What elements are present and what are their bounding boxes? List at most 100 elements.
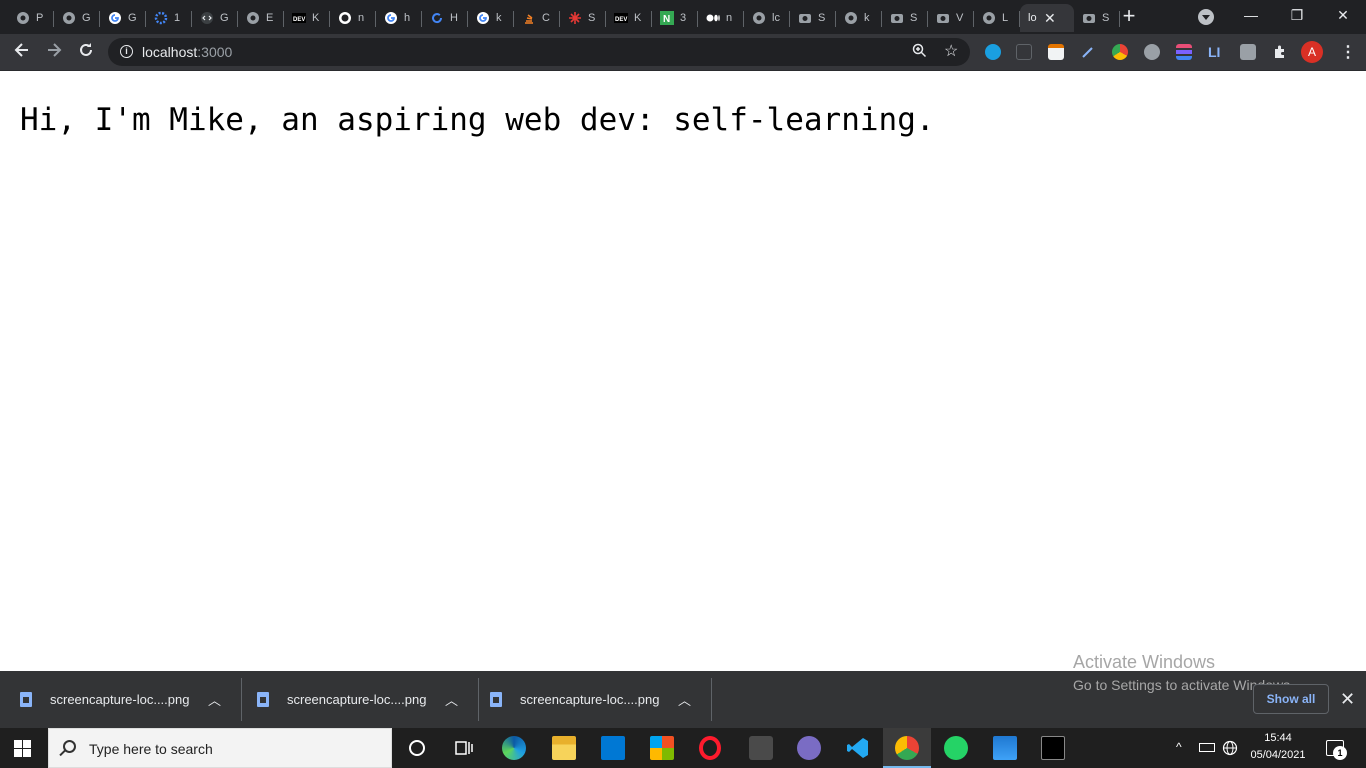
url-text[interactable]: localhost:3000 <box>142 44 232 60</box>
browser-tab[interactable]: V <box>928 4 974 32</box>
taskbar-clock[interactable]: 15:44 05/04/2021 <box>1248 730 1308 764</box>
browser-tab[interactable]: S <box>560 4 606 32</box>
browser-tab[interactable]: DEV K <box>606 4 652 32</box>
windows-start-icon[interactable] <box>14 740 31 757</box>
chevron-up-icon[interactable]: ︿ <box>445 690 458 709</box>
extension-color-icon[interactable] <box>1112 44 1128 60</box>
file-explorer-icon[interactable] <box>552 736 576 760</box>
browser-tab[interactable]: k <box>468 4 514 32</box>
reload-button[interactable] <box>74 41 98 65</box>
globe-icon <box>752 11 766 25</box>
chevron-up-icon[interactable]: ︿ <box>208 690 221 709</box>
chevron-up-tray-icon[interactable]: ^ <box>1176 740 1182 754</box>
download-item[interactable]: screencapture-loc....png ︿ <box>0 678 243 721</box>
taskbar-search-box[interactable]: Type here to search <box>48 728 392 768</box>
browser-menu-icon[interactable]: ⋮ <box>1340 42 1356 62</box>
browser-tab[interactable]: C <box>514 4 560 32</box>
back-arrow-icon <box>14 43 28 57</box>
restore-button[interactable]: ❐ <box>1282 4 1312 26</box>
tab-title: S <box>818 12 826 24</box>
tab-title: H <box>450 12 458 24</box>
close-window-button[interactable]: ✕ <box>1328 4 1358 26</box>
browser-tab[interactable]: DEV K <box>284 4 330 32</box>
minimize-button[interactable]: — <box>1236 4 1266 26</box>
terminal-icon[interactable] <box>1041 736 1065 760</box>
address-bar[interactable]: i localhost:3000 ☆ <box>108 38 970 66</box>
browser-tab[interactable]: G <box>192 4 238 32</box>
browser-tab[interactable]: E <box>238 4 284 32</box>
cortana-icon[interactable] <box>405 736 429 760</box>
tab-title: P <box>36 12 44 24</box>
browser-tab[interactable]: n <box>698 4 744 32</box>
browser-tab[interactable]: S <box>790 4 836 32</box>
browser-tab[interactable]: h <box>376 4 422 32</box>
extensions-puzzle-icon[interactable] <box>1272 44 1288 60</box>
opera-icon[interactable] <box>699 736 721 760</box>
show-all-downloads-button[interactable]: Show all <box>1253 684 1329 714</box>
search-icon <box>63 740 76 753</box>
vscode-icon[interactable] <box>846 736 870 760</box>
browser-tab[interactable]: N3 <box>652 4 698 32</box>
browser-tab[interactable]: L <box>974 4 1020 32</box>
browser-tab[interactable]: S <box>882 4 928 32</box>
dev-icon: DEV <box>292 11 306 25</box>
extension-note-icon[interactable] <box>1048 44 1064 60</box>
browser-tab[interactable]: S <box>1074 4 1120 32</box>
extension-li-icon[interactable]: LI <box>1208 44 1224 60</box>
chevron-up-icon[interactable]: ︿ <box>678 690 691 709</box>
whatsapp-icon[interactable] <box>944 736 968 760</box>
close-tab-icon[interactable]: ✕ <box>1044 10 1056 27</box>
google-icon <box>108 11 122 25</box>
download-item[interactable]: screencapture-loc....png ︿ <box>237 678 480 721</box>
notification-count-badge: 1 <box>1333 746 1347 760</box>
browser-tab[interactable]: G <box>100 4 146 32</box>
download-filename: screencapture-loc....png <box>287 692 427 707</box>
code-icon <box>200 11 214 25</box>
close-download-shelf-icon[interactable]: ✕ <box>1340 689 1355 710</box>
extension-pen-icon[interactable] <box>1080 44 1096 60</box>
download-item[interactable]: screencapture-loc....png ︿ <box>470 678 713 721</box>
page-content: Hi, I'm Mike, an aspiring web dev: self-… <box>0 72 1366 671</box>
tab-title: n <box>358 12 365 24</box>
notification-center-icon[interactable]: 1 <box>1326 740 1347 760</box>
forward-button[interactable] <box>42 41 66 65</box>
tab-search-icon[interactable] <box>1198 9 1214 25</box>
edge-icon[interactable] <box>502 736 526 760</box>
tor-browser-icon[interactable] <box>797 736 821 760</box>
extension-grid-icon[interactable] <box>1016 44 1032 60</box>
chrome-icon[interactable] <box>895 736 919 760</box>
zoom-icon[interactable] <box>912 43 927 61</box>
extension-camera-icon[interactable] <box>1240 44 1256 60</box>
bookmark-star-icon[interactable]: ☆ <box>944 41 958 61</box>
profile-avatar[interactable]: A <box>1301 41 1323 63</box>
tab-title: E <box>266 12 274 24</box>
browser-tab[interactable]: 1 <box>146 4 192 32</box>
browser-tab[interactable]: G <box>54 4 100 32</box>
tabs: P G G 1 G E DEV Kn h Hk C S DEV K N 3 n lc Sk S V Llo ✕ S <box>8 4 1120 34</box>
browser-toolbar: i localhost:3000 ☆ LI A ⋮ <box>0 34 1366 71</box>
asterisk-icon <box>568 11 582 25</box>
tab-title: k <box>864 12 870 24</box>
globe-icon <box>62 11 76 25</box>
app-icon[interactable] <box>749 736 773 760</box>
task-view-icon[interactable] <box>452 736 476 760</box>
browser-tab[interactable]: k <box>836 4 882 32</box>
new-tab-button[interactable]: + <box>1118 5 1140 28</box>
site-info-icon[interactable]: i <box>120 45 133 58</box>
battery-icon[interactable] <box>1199 743 1215 752</box>
extension-blue-icon[interactable] <box>985 44 1001 60</box>
extension-lines-icon[interactable] <box>1176 44 1192 60</box>
browser-tab[interactable]: lc <box>744 4 790 32</box>
browser-tab[interactable]: H <box>422 4 468 32</box>
camera-icon <box>890 11 904 25</box>
extension-check-icon[interactable] <box>1144 44 1160 60</box>
browser-tab[interactable]: lo ✕ <box>1020 4 1074 32</box>
network-globe-icon[interactable] <box>1222 740 1238 759</box>
mail-icon[interactable] <box>601 736 625 760</box>
browser-tab[interactable]: P <box>8 4 54 32</box>
photos-icon[interactable] <box>993 736 1017 760</box>
back-button[interactable] <box>10 41 34 65</box>
microsoft-store-icon[interactable] <box>650 736 674 760</box>
browser-tab[interactable]: n <box>330 4 376 32</box>
tab-title: n <box>726 12 733 24</box>
